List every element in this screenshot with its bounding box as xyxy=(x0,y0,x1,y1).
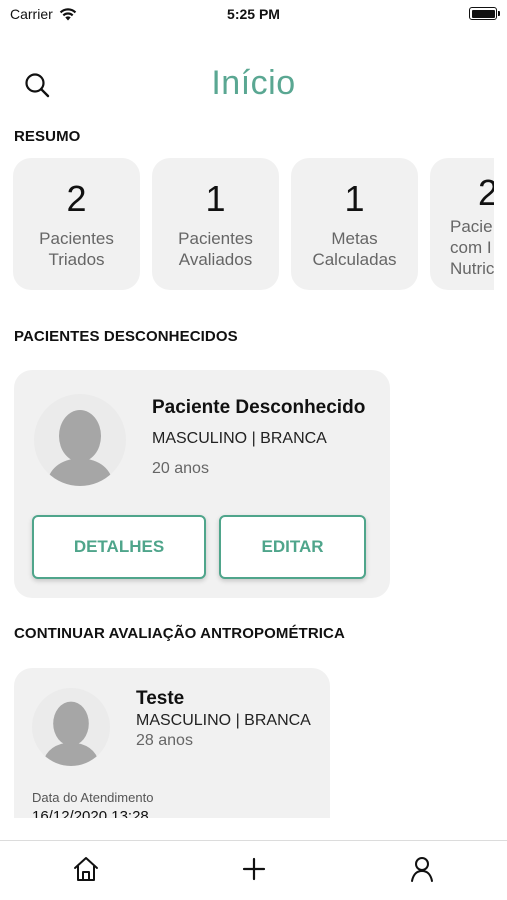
unknown-patient-card: Paciente Desconhecido MASCULINO | BRANCA… xyxy=(14,370,390,598)
appointment-date-value: 16/12/2020 13:28 xyxy=(32,808,149,818)
summary-label-line: Nutric xyxy=(450,259,494,278)
plus-icon[interactable] xyxy=(238,853,270,885)
summary-card[interactable]: 2 Pacie com I Nutric xyxy=(430,158,494,290)
page-title: Início xyxy=(211,64,296,102)
section-title-unknown-patients: PACIENTES DESCONHECIDOS xyxy=(14,328,238,345)
summary-value: 1 xyxy=(344,178,365,219)
person-silhouette-icon xyxy=(46,410,114,486)
home-icon[interactable] xyxy=(70,853,102,885)
tab-bar xyxy=(0,840,507,900)
summary-label-line: Calculadas xyxy=(312,250,397,269)
patient-meta: MASCULINO | BRANCA xyxy=(136,712,311,729)
section-title-continue-assessment: CONTINUAR AVALIAÇÃO ANTROPOMÉTRICA xyxy=(14,625,345,642)
summary-label-line: Pacientes xyxy=(39,229,114,248)
summary-label-line: Pacie xyxy=(450,217,493,236)
avatar xyxy=(32,688,110,766)
edit-button[interactable]: EDITAR xyxy=(219,515,366,579)
summary-value: 1 xyxy=(205,178,226,219)
summary-value: 2 xyxy=(66,178,87,219)
summary-value: 2 xyxy=(478,172,494,213)
battery-icon xyxy=(469,7,500,20)
patient-meta: MASCULINO | BRANCA xyxy=(152,430,327,447)
details-button[interactable]: DETALHES xyxy=(32,515,206,579)
summary-carousel[interactable]: 2 Pacientes Triados 1 Pacientes Avaliado… xyxy=(13,158,494,292)
summary-label-line: Pacientes xyxy=(178,229,253,248)
avatar xyxy=(34,394,126,486)
continue-list[interactable]: Teste MASCULINO | BRANCA 28 anos Data do… xyxy=(0,660,507,818)
summary-card[interactable]: 1 Pacientes Avaliados xyxy=(152,158,279,290)
person-silhouette-icon xyxy=(42,701,100,766)
summary-card[interactable]: 2 Pacientes Triados xyxy=(13,158,140,290)
user-icon[interactable] xyxy=(406,853,438,885)
patient-name: Paciente Desconhecido xyxy=(152,397,366,418)
summary-label-line: Avaliados xyxy=(178,250,253,269)
status-bar: Carrier 5:25 PM xyxy=(0,0,507,28)
summary-label: Pacientes Avaliados xyxy=(152,228,279,270)
appointment-date-label: Data do Atendimento xyxy=(32,790,154,805)
summary-label-line: Metas xyxy=(331,229,378,248)
summary-label: Metas Calculadas xyxy=(291,228,418,270)
patient-age: 20 anos xyxy=(152,460,209,477)
patient-name: Teste xyxy=(136,688,185,709)
summary-label-line: com I xyxy=(450,238,492,257)
section-title-summary: RESUMO xyxy=(14,128,81,145)
header: Início xyxy=(0,56,507,112)
continue-patient-card[interactable]: Teste MASCULINO | BRANCA 28 anos Data do… xyxy=(14,668,330,818)
summary-label: Pacientes Triados xyxy=(13,228,140,270)
status-time: 5:25 PM xyxy=(227,6,280,22)
patient-age: 28 anos xyxy=(136,732,193,749)
summary-label: Pacie com I Nutric xyxy=(430,216,494,279)
summary-card[interactable]: 1 Metas Calculadas xyxy=(291,158,418,290)
summary-label-line: Triados xyxy=(48,250,105,269)
